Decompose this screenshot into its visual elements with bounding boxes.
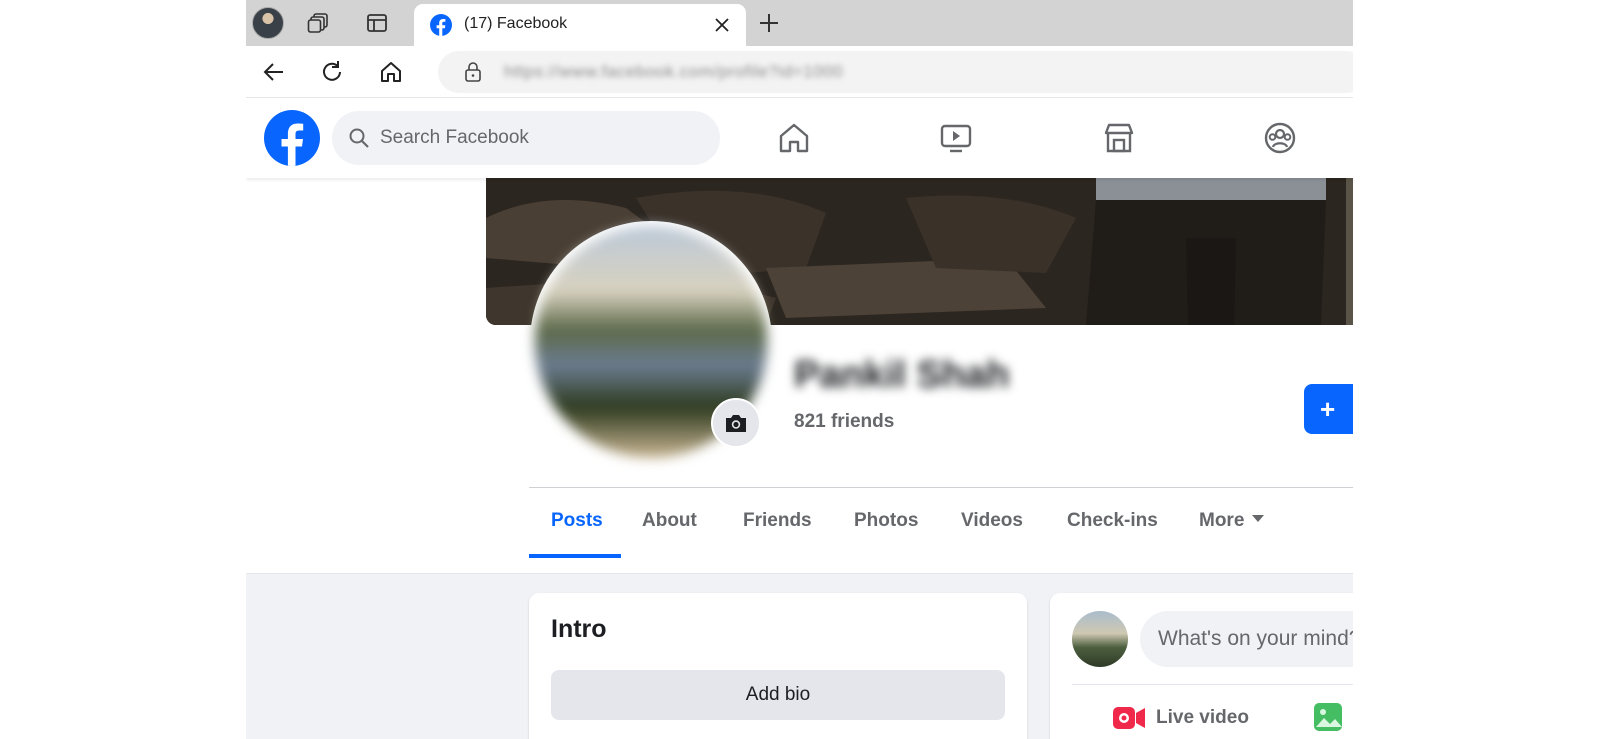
facebook-header [246,98,1353,178]
plus-icon: + [1320,394,1336,424]
composer-divider [1072,684,1353,685]
facebook-logo[interactable] [264,110,320,166]
nav-home-icon[interactable] [774,118,814,158]
close-tab-icon[interactable] [712,15,732,35]
friends-count[interactable]: 821 friends [794,411,894,433]
address-bar-row: https://www.facebook.com/profile?id=1000 [246,46,1353,98]
search-icon [348,127,370,149]
workspaces-icon[interactable] [304,8,334,38]
lock-icon[interactable] [462,61,484,83]
nav-video-icon[interactable] [936,118,976,158]
tab-check-ins[interactable]: Check-ins [1067,510,1158,532]
tab-posts[interactable]: Posts [551,510,603,532]
camera-icon[interactable] [711,398,761,448]
nav-marketplace-icon[interactable] [1099,118,1139,158]
photo-video-icon[interactable] [1312,701,1344,733]
tab-videos[interactable]: Videos [961,510,1023,532]
facebook-favicon-icon [430,14,452,36]
live-video-icon [1113,707,1145,729]
add-to-story-button[interactable]: + [1304,384,1353,434]
back-arrow-icon[interactable] [258,56,290,88]
create-post-card: What's on your mind? Live video [1050,593,1353,739]
caret-down-icon [1252,515,1265,523]
tab-strip: (17) Facebook [246,0,1353,46]
new-tab-icon[interactable] [754,8,784,38]
nav-groups-icon[interactable] [1260,118,1300,158]
url-text: https://www.facebook.com/profile?id=1000 [504,62,843,81]
active-tab[interactable]: (17) Facebook [414,4,746,46]
search-input[interactable] [380,111,700,165]
tab-friends[interactable]: Friends [743,510,812,532]
url-bar[interactable]: https://www.facebook.com/profile?id=1000 [438,51,1353,93]
profile-name: Pankil Shah [794,354,1010,396]
intro-title: Intro [551,615,607,643]
live-video-label: Live video [1156,707,1249,728]
home-icon[interactable] [375,56,407,88]
vertical-tabs-icon[interactable] [362,8,392,38]
profile-page: Pankil Shah 821 friends + Posts About Fr… [246,178,1353,739]
tab-about[interactable]: About [642,510,697,532]
tab-title: (17) Facebook [464,15,568,32]
tab-photos[interactable]: Photos [854,510,918,532]
active-tab-indicator [529,554,621,558]
browser-profile-avatar[interactable] [252,7,284,39]
search-box[interactable] [332,111,720,165]
composer-input[interactable]: What's on your mind? [1140,611,1353,667]
tab-more-label: More [1199,510,1245,531]
live-video-button[interactable]: Live video [1112,703,1249,733]
composer-avatar[interactable] [1072,611,1128,667]
tab-more[interactable]: More [1199,510,1265,532]
browser-window: (17) Facebook https://www.facebook.com/p… [246,0,1353,739]
intro-card: Intro Add bio [529,593,1027,739]
refresh-icon[interactable] [316,56,348,88]
add-bio-button[interactable]: Add bio [551,670,1005,720]
profile-tabs: Posts About Friends Photos Videos Check-… [529,488,1353,558]
